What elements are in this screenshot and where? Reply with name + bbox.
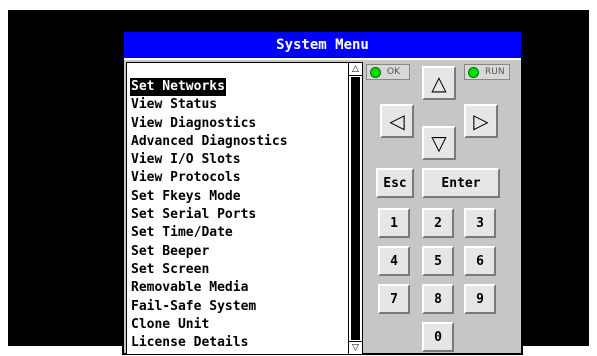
menu-item-label: Set Time/Date [131, 225, 233, 241]
run-label: RUN [485, 67, 505, 77]
menu-item-label: License Details [131, 335, 249, 351]
menu-item-label: Set Screen [131, 261, 210, 277]
menu-item[interactable]: Set Screen [130, 259, 289, 277]
menu-item[interactable]: Set Beeper [130, 241, 289, 259]
menu-item-label: View Diagnostics [131, 115, 257, 131]
menu-item-label: View Status [131, 97, 218, 113]
run-indicator: RUN [464, 64, 510, 80]
menu-item[interactable]: Clone Unit [130, 314, 289, 332]
menu-list-panel: Set Networks View Status View Diagnostics A… [126, 62, 363, 355]
menu-item-label: Set Serial Ports [131, 207, 257, 223]
menu-item[interactable]: Set Time/Date [130, 222, 289, 240]
system-menu-window: System Menu Set Networks View Status View … [122, 30, 523, 355]
up-arrow-button[interactable]: △ [422, 66, 456, 100]
menu-item[interactable]: Fail-Safe System [130, 296, 289, 314]
key-3-button[interactable]: 3 [464, 208, 496, 238]
key-8-button[interactable]: 8 [422, 284, 454, 314]
menu-item-label: View Protocols [131, 170, 241, 186]
menu-item[interactable]: Set Fkeys Mode [130, 186, 289, 204]
key-5-button[interactable]: 5 [422, 246, 454, 276]
menu-item-label: Clone Unit [131, 316, 210, 332]
ok-indicator: OK [366, 64, 410, 80]
key-7-button[interactable]: 7 [378, 284, 410, 314]
menu-item[interactable]: Removable Media [130, 277, 289, 295]
menu-item[interactable]: Set Networks [130, 76, 289, 97]
ok-label: OK [387, 67, 400, 77]
down-arrow-button[interactable]: ▽ [422, 126, 456, 160]
key-2-button[interactable]: 2 [422, 208, 454, 238]
scroll-down-arrow-icon[interactable]: ▽ [349, 341, 362, 354]
menu-item[interactable]: View Protocols [130, 167, 289, 185]
menu-item[interactable]: License Details [130, 332, 289, 350]
menu-item-label: View I/O Slots [131, 152, 241, 168]
display-screen: System Menu Set Networks View Status View … [8, 10, 589, 355]
scroll-thumb[interactable] [351, 77, 360, 340]
keypad: OK RUN △ ◁ ▷ ▽ Esc Enter 1 2 3 4 5 6 7 8… [364, 62, 522, 355]
menu-item[interactable]: Set Serial Ports [130, 204, 289, 222]
menu-item[interactable]: View Diagnostics [130, 113, 289, 131]
esc-button[interactable]: Esc [376, 168, 414, 198]
key-6-button[interactable]: 6 [464, 246, 496, 276]
menu-list: Set Networks View Status View Diagnostics A… [130, 76, 289, 350]
key-1-button[interactable]: 1 [378, 208, 410, 238]
menu-item-label: Fail-Safe System [131, 298, 257, 314]
ok-led-icon [370, 66, 381, 78]
scrollbar[interactable]: △ ▽ [348, 63, 362, 354]
key-4-button[interactable]: 4 [378, 246, 410, 276]
key-0-button[interactable]: 0 [422, 322, 454, 352]
window-title: System Menu [124, 32, 521, 60]
menu-item[interactable]: View Status [130, 94, 289, 112]
left-arrow-button[interactable]: ◁ [380, 104, 414, 138]
menu-item-label: Set Fkeys Mode [131, 188, 241, 204]
run-led-icon [468, 66, 479, 78]
scroll-up-arrow-icon[interactable]: △ [349, 63, 362, 76]
menu-item-label: Set Beeper [131, 243, 210, 259]
menu-item[interactable]: View I/O Slots [130, 149, 289, 167]
right-arrow-button[interactable]: ▷ [464, 104, 498, 138]
menu-item[interactable]: Advanced Diagnostics [130, 131, 289, 149]
key-9-button[interactable]: 9 [464, 284, 496, 314]
menu-item-label: Removable Media [131, 280, 249, 296]
enter-button[interactable]: Enter [422, 168, 500, 198]
menu-item-label: Advanced Diagnostics [131, 133, 288, 149]
